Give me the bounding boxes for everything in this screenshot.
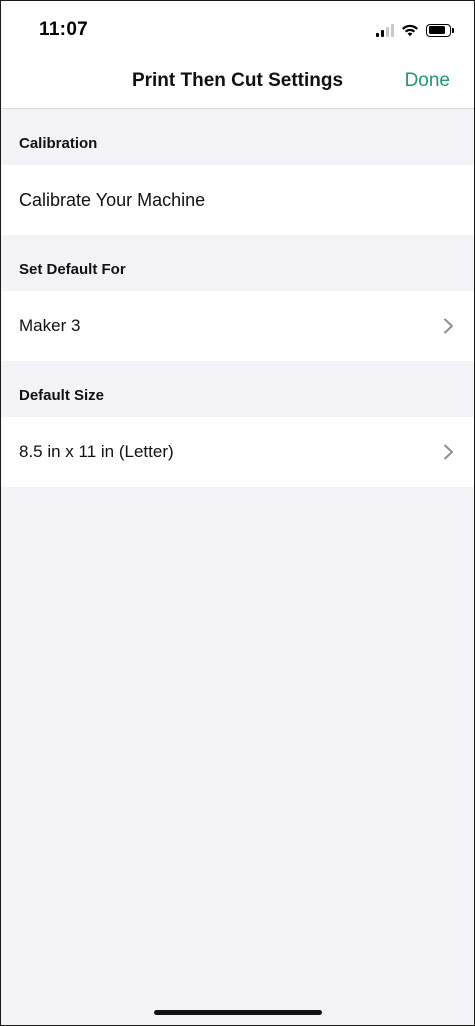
- default-machine-row[interactable]: Maker 3: [1, 291, 474, 361]
- done-button[interactable]: Done: [405, 70, 450, 92]
- battery-icon: [426, 23, 454, 37]
- wifi-icon: [402, 24, 418, 37]
- cellular-signal-icon: [376, 23, 394, 37]
- chevron-right-icon: [444, 444, 453, 460]
- page-title: Print Then Cut Settings: [131, 70, 344, 91]
- status-icons: [376, 21, 454, 39]
- section-header-default-for: Set Default For: [1, 235, 474, 291]
- default-machine-label: Maker 3: [19, 316, 81, 335]
- chevron-right-icon: [444, 318, 453, 334]
- calibrate-machine-row[interactable]: Calibrate Your Machine: [1, 165, 474, 235]
- status-bar: 11:07: [1, 1, 474, 57]
- section-header-default-size: Default Size: [1, 361, 474, 417]
- battery-level: [428, 26, 445, 34]
- settings-list: Calibration Calibrate Your Machine Set D…: [1, 109, 474, 487]
- default-size-label: 8.5 in x 11 in (Letter): [19, 442, 174, 461]
- navigation-bar: Print Then Cut Settings Done: [1, 57, 474, 109]
- calibrate-machine-label: Calibrate Your Machine: [19, 189, 206, 210]
- default-size-row[interactable]: 8.5 in x 11 in (Letter): [1, 417, 474, 487]
- home-indicator[interactable]: [154, 1010, 322, 1015]
- status-time: 11:07: [39, 19, 89, 40]
- settings-screen: 11:07 Print Then Cut Settings Done Calib…: [0, 0, 475, 1026]
- section-header-calibration: Calibration: [1, 109, 474, 165]
